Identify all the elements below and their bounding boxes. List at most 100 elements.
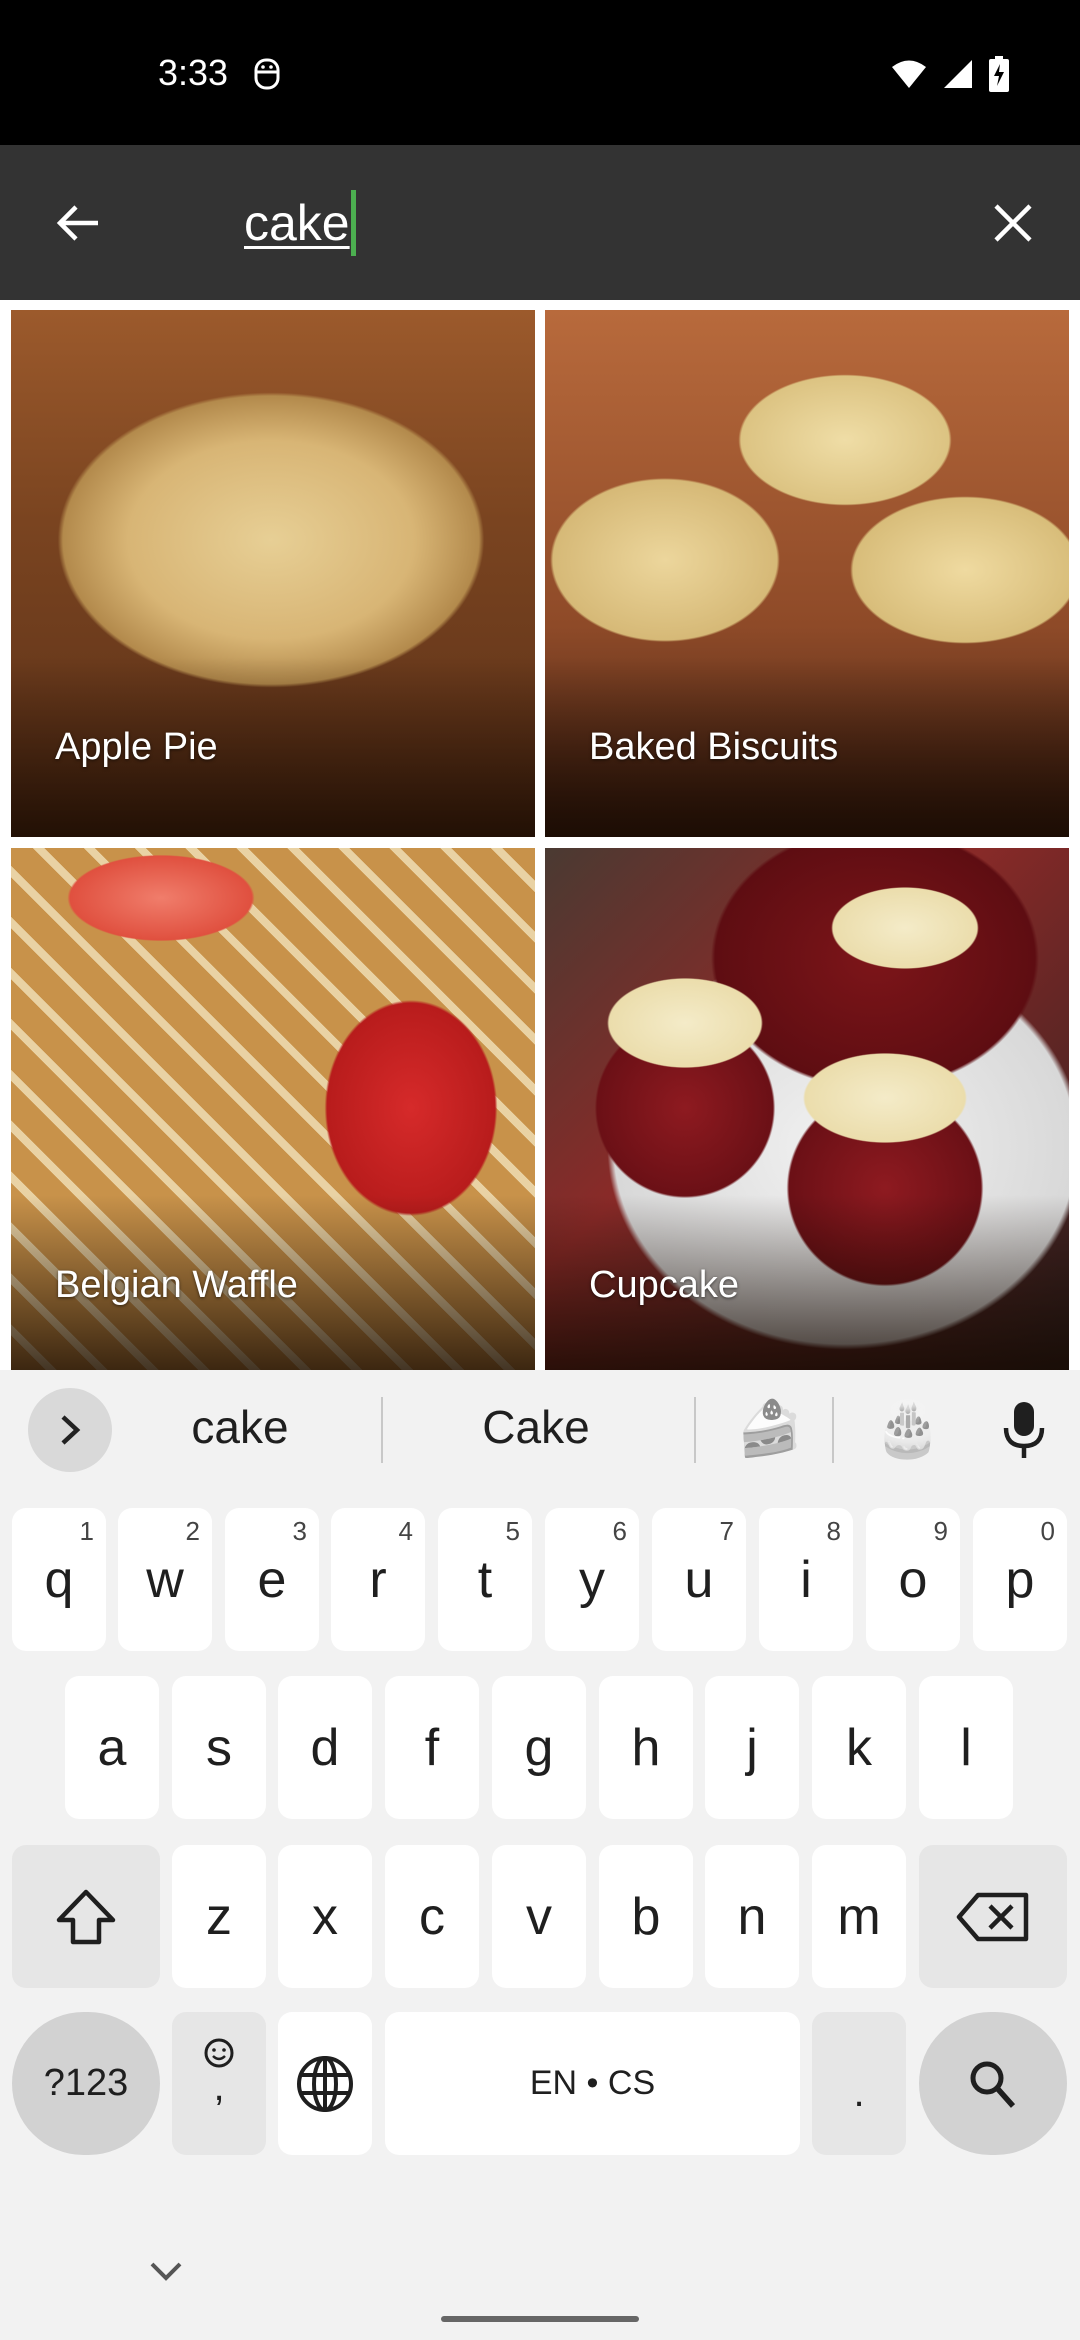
key-label: i xyxy=(800,1550,812,1609)
result-tile-belgian-waffle[interactable]: Belgian Waffle xyxy=(11,848,535,1375)
key-label: c xyxy=(419,1887,445,1946)
suggestion-divider xyxy=(381,1397,383,1463)
key-label: e xyxy=(257,1550,287,1609)
key-q[interactable]: 1q xyxy=(12,1508,106,1651)
key-o[interactable]: 9o xyxy=(866,1508,960,1651)
key-label: m xyxy=(837,1887,881,1946)
key-label: , xyxy=(213,2065,225,2109)
key-j[interactable]: j xyxy=(705,1676,799,1819)
key-y[interactable]: 6y xyxy=(545,1508,639,1651)
chevron-right-icon xyxy=(61,1415,81,1445)
backspace-key[interactable] xyxy=(919,1845,1067,1988)
globe-icon xyxy=(297,2055,353,2112)
key-g[interactable]: g xyxy=(492,1676,586,1819)
key-x[interactable]: x xyxy=(278,1845,372,1988)
key-label: g xyxy=(524,1718,554,1777)
key-label: p xyxy=(1005,1550,1035,1609)
emoji-comma-key[interactable]: , xyxy=(172,2012,266,2155)
key-f[interactable]: f xyxy=(385,1676,479,1819)
key-u[interactable]: 7u xyxy=(652,1508,746,1651)
results-grid: Apple Pie Baked Biscuits Belgian Waffle … xyxy=(0,300,1080,1375)
key-hint: 2 xyxy=(185,1516,200,1546)
hide-keyboard-chevron-icon[interactable] xyxy=(148,2260,184,2284)
symbols-key[interactable]: ?123 xyxy=(12,2012,160,2155)
key-a[interactable]: a xyxy=(65,1676,159,1819)
status-time: 3:33 xyxy=(158,52,229,93)
key-label: . xyxy=(853,2071,865,2115)
key-label: y xyxy=(579,1550,605,1609)
soft-keyboard: cake Cake 🍰 🎂 1q 2w 3e 4r 5t 6y 7u 8i 9o… xyxy=(0,1370,1080,2340)
emoji-suggestion-cake-slice[interactable]: 🍰 xyxy=(736,1398,803,1461)
microphone-icon[interactable] xyxy=(1002,1400,1046,1460)
text-caret xyxy=(350,189,356,256)
close-icon xyxy=(993,203,1032,242)
key-label: a xyxy=(97,1718,127,1777)
key-label: l xyxy=(960,1718,972,1777)
key-i[interactable]: 8i xyxy=(759,1508,853,1651)
key-label: q xyxy=(44,1550,74,1609)
key-c[interactable]: c xyxy=(385,1845,479,1988)
key-label: u xyxy=(684,1550,714,1609)
key-z[interactable]: z xyxy=(172,1845,266,1988)
key-label: f xyxy=(424,1718,440,1777)
search-toolbar: cake xyxy=(0,145,1080,300)
key-label: j xyxy=(746,1718,758,1777)
tile-label: Apple Pie xyxy=(55,726,218,768)
key-label: EN • CS xyxy=(529,2064,656,2102)
key-h[interactable]: h xyxy=(599,1676,693,1819)
period-key[interactable]: . xyxy=(812,2012,906,2155)
key-m[interactable]: m xyxy=(812,1845,906,1988)
language-key[interactable] xyxy=(278,2012,372,2155)
key-v[interactable]: v xyxy=(492,1845,586,1988)
key-n[interactable]: n xyxy=(705,1845,799,1988)
search-query: cake xyxy=(244,194,350,251)
search-action-key[interactable] xyxy=(919,2012,1067,2155)
key-label: x xyxy=(312,1887,338,1946)
vpn-icon xyxy=(254,58,280,90)
key-hint: 0 xyxy=(1040,1516,1055,1546)
key-p[interactable]: 0p xyxy=(973,1508,1067,1651)
space-key[interactable]: EN • CS xyxy=(385,2012,800,2155)
key-label: n xyxy=(737,1887,767,1946)
expand-toolbar-button[interactable] xyxy=(28,1388,112,1472)
key-r[interactable]: 4r xyxy=(331,1508,425,1651)
key-w[interactable]: 2w xyxy=(118,1508,212,1651)
result-tile-cupcake[interactable]: Cupcake xyxy=(545,848,1069,1375)
search-input[interactable]: cake xyxy=(244,185,944,260)
shift-icon xyxy=(56,1889,116,1944)
tile-label: Baked Biscuits xyxy=(589,726,839,768)
result-tile-apple-pie[interactable]: Apple Pie xyxy=(11,310,535,837)
battery-charging-icon xyxy=(989,56,1009,92)
clear-search-button[interactable] xyxy=(975,185,1050,260)
key-label: b xyxy=(631,1887,661,1946)
emoji-suggestion-birthday-cake[interactable]: 🎂 xyxy=(874,1398,941,1461)
key-hint: 4 xyxy=(398,1516,413,1546)
key-label: h xyxy=(631,1718,661,1777)
key-label: o xyxy=(898,1550,928,1609)
key-label: k xyxy=(846,1718,872,1777)
suggestion-divider xyxy=(832,1397,834,1463)
suggestion-1[interactable]: cake xyxy=(140,1400,340,1454)
suggestion-2[interactable]: Cake xyxy=(436,1400,636,1454)
key-b[interactable]: b xyxy=(599,1845,693,1988)
key-t[interactable]: 5t xyxy=(438,1508,532,1651)
back-button[interactable] xyxy=(40,185,115,260)
status-icons xyxy=(890,56,1010,92)
key-k[interactable]: k xyxy=(812,1676,906,1819)
key-hint: 9 xyxy=(933,1516,948,1546)
key-l[interactable]: l xyxy=(919,1676,1013,1819)
key-e[interactable]: 3e xyxy=(225,1508,319,1651)
key-s[interactable]: s xyxy=(172,1676,266,1819)
shift-key[interactable] xyxy=(12,1845,160,1988)
key-hint: 1 xyxy=(79,1516,94,1546)
key-label: ?123 xyxy=(43,2062,129,2104)
tile-label: Belgian Waffle xyxy=(55,1264,298,1306)
result-tile-baked-biscuits[interactable]: Baked Biscuits xyxy=(545,310,1069,837)
key-hint: 3 xyxy=(292,1516,307,1546)
home-indicator[interactable] xyxy=(441,2316,639,2322)
search-icon xyxy=(970,2061,1016,2108)
key-hint: 7 xyxy=(719,1516,734,1546)
wifi-icon xyxy=(892,60,926,88)
key-label: r xyxy=(369,1550,387,1609)
key-d[interactable]: d xyxy=(278,1676,372,1819)
